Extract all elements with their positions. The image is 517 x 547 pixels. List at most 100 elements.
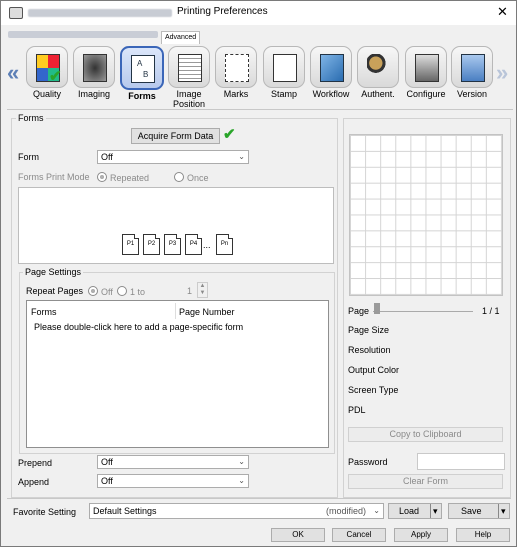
printing-preferences-window: Printing Preferences ✕ Advanced « ✔ Qual…: [0, 0, 517, 547]
prepend-label: Prepend: [18, 458, 53, 468]
forms-preview: P1 P2 P3 P4 ... Pn: [18, 187, 334, 264]
tool-imaging[interactable]: Imaging: [69, 46, 119, 99]
ok-button[interactable]: OK: [271, 528, 325, 542]
load-button-label: Load: [399, 506, 420, 516]
ellipsis: ...: [203, 240, 211, 250]
dropdown-arrow-icon[interactable]: ▾: [430, 504, 438, 518]
tool-version[interactable]: Version: [447, 46, 497, 99]
append-select[interactable]: Off ⌄: [97, 474, 249, 488]
forms-icon: A B: [120, 46, 164, 90]
chevron-down-icon: ⌄: [238, 476, 245, 485]
scroll-right-icon[interactable]: »: [496, 60, 508, 86]
page-slider-thumb[interactable]: [374, 303, 380, 314]
favorite-value: Default Settings: [93, 506, 157, 516]
form-select[interactable]: Off ⌄: [97, 150, 249, 164]
cancel-button[interactable]: Cancel: [332, 528, 386, 542]
column-header-page-number[interactable]: Page Number: [179, 307, 235, 317]
marks-icon: [215, 46, 257, 88]
tool-marks[interactable]: Marks: [211, 46, 261, 99]
version-icon: [451, 46, 493, 88]
append-value: Off: [101, 476, 113, 486]
tool-label: Image Position: [172, 89, 206, 109]
title-bar: Printing Preferences ✕: [1, 1, 516, 25]
feature-toolbar: « ✔ Quality Imaging A B Forms Image Posi…: [5, 42, 515, 109]
page-icon: P1: [122, 234, 139, 255]
list-hint[interactable]: Please double-click here to add a page-s…: [34, 322, 243, 332]
radio-once[interactable]: Once: [174, 172, 209, 183]
chevron-down-icon: ⌄: [238, 457, 245, 466]
repeat-off-label: Off: [101, 287, 113, 297]
scroll-left-icon[interactable]: «: [7, 60, 19, 86]
help-button[interactable]: Help: [456, 528, 510, 542]
form-select-value: Off: [101, 152, 113, 162]
repeat-range-label: 1 to: [130, 287, 146, 297]
page-forms-list[interactable]: Forms Page Number Please double-click he…: [26, 300, 329, 448]
page-icon: P3: [164, 234, 181, 255]
tool-workflow[interactable]: Workflow: [306, 46, 356, 99]
tool-label: Workflow: [312, 89, 350, 99]
favorite-setting-label: Favorite Setting: [13, 507, 77, 517]
save-button[interactable]: Save ▾: [448, 503, 510, 519]
chevron-down-icon: ⌄: [238, 152, 245, 161]
page-icon: P4: [185, 234, 202, 255]
tool-configure[interactable]: Configure: [401, 46, 451, 99]
tool-label: Quality: [32, 89, 61, 99]
radio-icon: [97, 172, 107, 182]
column-header-forms[interactable]: Forms: [31, 307, 57, 317]
repeat-pages-label: Repeat Pages: [26, 286, 84, 296]
resolution-label: Resolution: [348, 345, 391, 355]
chevron-down-icon: ⌄: [373, 506, 380, 515]
range-value: 1: [187, 286, 193, 296]
save-button-label: Save: [461, 506, 482, 516]
configure-icon: [405, 46, 447, 88]
tool-forms[interactable]: A B Forms: [117, 46, 167, 101]
radio-once-label: Once: [187, 173, 209, 183]
apply-button[interactable]: Apply: [394, 528, 448, 542]
tool-label: Forms: [128, 91, 156, 101]
forms-print-mode-label: Forms Print Mode: [18, 172, 90, 182]
page-slider-track: [373, 311, 473, 312]
output-color-label: Output Color: [348, 365, 400, 375]
acquire-form-data-button[interactable]: Acquire Form Data: [131, 128, 220, 144]
tool-label: Configure: [406, 89, 446, 99]
tool-quality[interactable]: ✔ Quality: [22, 46, 72, 99]
range-spinner[interactable]: ▲ ▼: [197, 282, 208, 298]
load-button[interactable]: Load ▾: [388, 503, 442, 519]
favorite-setting-select[interactable]: Default Settings (modified) ⌄: [89, 503, 384, 519]
prepend-value: Off: [101, 457, 113, 467]
column-divider: [175, 303, 176, 319]
authentication-icon: [357, 46, 399, 88]
tool-stamp[interactable]: Stamp: [259, 46, 309, 99]
prepend-select[interactable]: Off ⌄: [97, 455, 249, 469]
divider: [7, 109, 513, 110]
repeat-off-radio[interactable]: Off: [88, 286, 113, 297]
page-settings-title: Page Settings: [23, 267, 84, 277]
quality-icon: ✔: [26, 46, 68, 88]
password-input[interactable]: [417, 453, 505, 470]
dropdown-arrow-icon[interactable]: ▾: [498, 504, 506, 518]
imaging-icon: [73, 46, 115, 88]
copy-to-clipboard-button[interactable]: Copy to Clipboard: [348, 427, 503, 442]
device-name-blurred: [8, 31, 158, 38]
form-label: Form: [18, 152, 39, 162]
modified-indicator: (modified): [326, 506, 367, 516]
workflow-icon: [310, 46, 352, 88]
page-icon: P2: [143, 234, 160, 255]
pdl-label: PDL: [348, 405, 366, 415]
printer-icon: [9, 7, 23, 19]
tool-label: Imaging: [77, 89, 111, 99]
radio-icon: [117, 286, 127, 296]
tool-authentication[interactable]: Authent.: [353, 46, 403, 99]
tool-label: Version: [456, 89, 488, 99]
tool-image-position[interactable]: Image Position: [164, 46, 214, 109]
printer-name-blurred: [28, 9, 172, 17]
clear-form-button[interactable]: Clear Form: [348, 474, 503, 489]
screen-type-label: Screen Type: [348, 385, 399, 395]
stamp-icon: [263, 46, 305, 88]
image-position-icon: [168, 46, 210, 88]
repeat-range-radio[interactable]: 1 to: [117, 286, 145, 297]
page-size-label: Page Size: [348, 325, 390, 335]
radio-repeated[interactable]: Repeated: [97, 172, 149, 183]
page-icon: Pn: [216, 234, 233, 255]
close-button[interactable]: ✕: [497, 4, 508, 20]
